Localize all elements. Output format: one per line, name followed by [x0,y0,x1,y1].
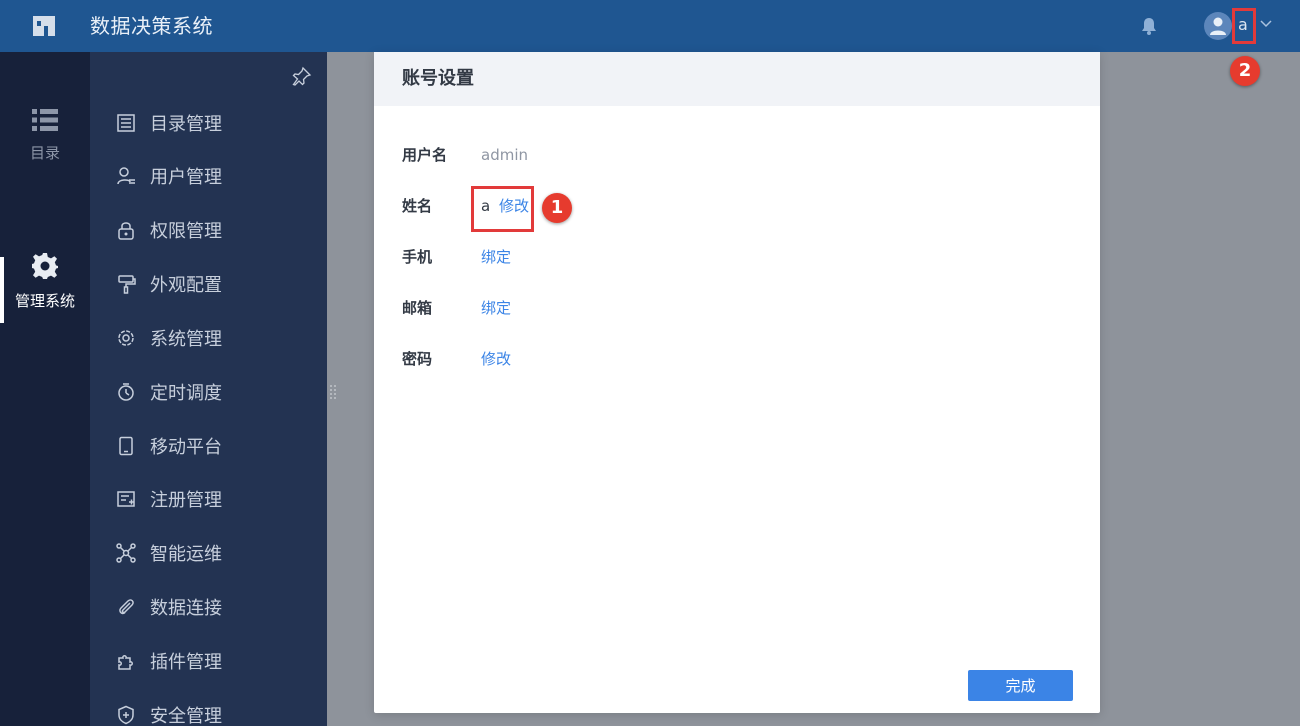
user-icon [117,167,135,185]
bind-phone-link[interactable]: 绑定 [481,245,511,269]
row-label: 邮箱 [402,299,433,317]
annotation-badge-2: 2 [1230,56,1260,86]
menu-item-label: 数据连接 [150,598,222,619]
done-button[interactable]: 完成 [968,670,1073,701]
menu-item-register[interactable]: 注册管理 [116,484,222,514]
row-label: 用户名 [402,146,448,164]
menu-item-label: 定时调度 [150,383,222,404]
menu-item-users[interactable]: 用户管理 [116,161,222,191]
menu-item-label: 权限管理 [150,221,222,242]
menu-item-label: 安全管理 [150,706,222,726]
row-label: 密码 [402,350,433,368]
edit-password-link[interactable]: 修改 [481,347,511,371]
catalog-icon [117,114,135,132]
lock-icon [118,222,134,240]
mobile-icon [119,436,133,456]
avatar[interactable] [1204,12,1232,40]
timer-icon [118,383,134,401]
app-title: 数据决策系统 [90,14,213,38]
menu-item-label: 智能运维 [150,544,222,565]
left-rail: 目录 管理系统 [0,52,90,726]
row-label: 手机 [402,248,433,266]
menu-item-security[interactable]: 安全管理 [116,700,222,726]
menu-item-permissions[interactable]: 权限管理 [116,215,222,245]
menu-item-label: 系统管理 [150,329,222,350]
shield-icon [118,705,134,725]
menu-item-label: 外观配置 [150,275,222,296]
management-menu: 目录管理 用户管理 权限管理 外观配置 系统管理 定时调度 移动平台 注册管理 … [90,52,327,726]
menu-item-plugins[interactable]: 插件管理 [116,646,222,676]
paperclip-icon [119,599,134,615]
list-icon [32,109,58,131]
menu-item-label: 目录管理 [150,114,222,135]
rail-item-directory[interactable]: 目录 [0,108,90,163]
puzzle-icon [118,655,133,670]
menu-item-appearance[interactable]: 外观配置 [116,269,222,299]
annotation-highlight-box [471,186,534,232]
rail-item-label: 管理系统 [14,292,75,310]
username-value: admin [481,146,528,164]
rail-item-management[interactable]: 管理系统 [0,252,90,311]
user-avatar-icon [1210,17,1226,35]
top-header: 数据决策系统 a [0,0,1300,52]
pin-icon[interactable] [292,66,312,86]
menu-item-system[interactable]: 系统管理 [116,323,222,353]
menu-item-label: 插件管理 [150,652,222,673]
menu-item-catalog[interactable]: 目录管理 [116,108,222,138]
menu-item-label: 用户管理 [150,167,222,188]
rail-item-label: 目录 [29,144,60,162]
account-settings-dialog: 账号设置 用户名 admin 姓名 a 修改 1 手机 绑定 邮箱 绑定 密码 … [374,52,1100,713]
gear-icon [32,253,58,279]
paint-roller-icon [118,275,136,294]
dialog-title: 账号设置 [374,52,1100,106]
menu-item-data-connection[interactable]: 数据连接 [116,592,222,622]
bell-icon[interactable] [1140,16,1158,36]
row-label: 姓名 [402,197,433,215]
chevron-down-icon[interactable] [1260,20,1272,28]
menu-item-ops[interactable]: 智能运维 [116,538,222,568]
resize-handle[interactable] [329,384,337,402]
menu-item-schedule[interactable]: 定时调度 [116,377,222,407]
menu-item-label: 注册管理 [150,490,222,511]
settings-icon [118,330,134,346]
menu-item-label: 移动平台 [150,437,222,458]
annotation-badge-1: 1 [542,193,572,223]
register-icon [117,491,135,507]
network-icon [116,543,136,563]
menu-item-mobile[interactable]: 移动平台 [116,431,222,461]
logo-icon [33,16,55,36]
annotation-highlight-box [1232,8,1256,44]
bind-email-link[interactable]: 绑定 [481,296,511,320]
